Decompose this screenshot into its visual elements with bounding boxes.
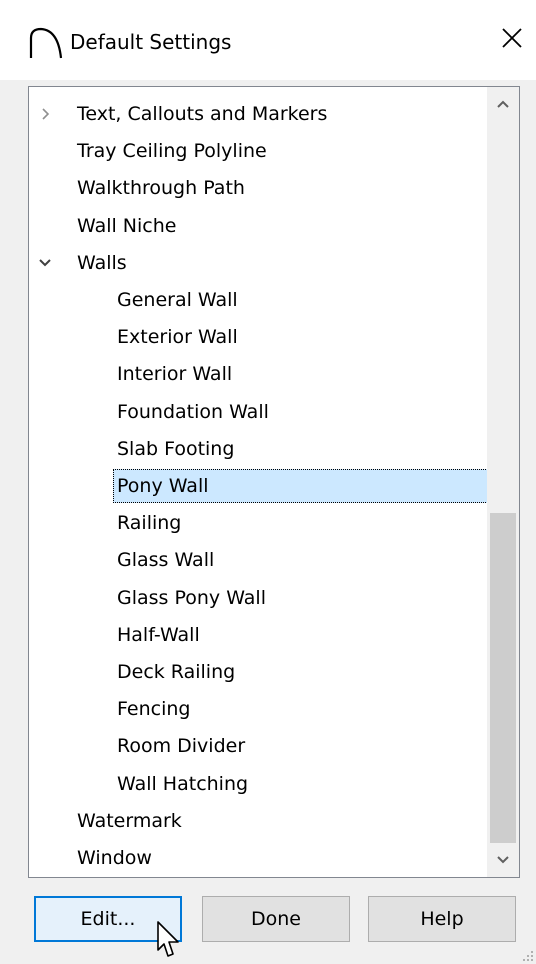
tree-item[interactable]: Pony Wall [29, 469, 488, 503]
tree-item-label: Tray Ceiling Polyline [77, 140, 267, 163]
tree-item[interactable]: Tray Ceiling Polyline [29, 134, 487, 168]
tree-item-label: Text, Callouts and Markers [77, 103, 328, 125]
tree-item[interactable]: Deck Railing [29, 655, 487, 689]
tree-item-label: Deck Railing [117, 661, 236, 683]
mouse-pointer-icon [157, 921, 179, 957]
chevron-right-icon[interactable] [35, 97, 55, 131]
window-title: Default Settings [70, 30, 232, 54]
tree-item-label: Half-Wall [117, 623, 200, 646]
chevron-down-icon[interactable] [35, 246, 55, 280]
tree-item[interactable]: Slab Footing [29, 432, 487, 466]
tree-item-label: Glass Pony Wall [117, 586, 266, 609]
tree-item[interactable]: Interior Wall [29, 357, 487, 391]
tree-item-label: Walls [77, 251, 127, 274]
tree-item[interactable]: Exterior Wall [29, 320, 487, 354]
title-bar: Default Settings [0, 0, 536, 80]
tree-item[interactable]: Foundation Wall [29, 395, 487, 429]
tree-item-label: Railing [117, 512, 182, 535]
tree-item[interactable]: Railing [29, 506, 487, 540]
scroll-down-button[interactable] [487, 843, 519, 877]
tree-item-label: Wall Hatching [117, 772, 249, 795]
tree-item[interactable]: Text, Callouts and Markers [29, 97, 487, 131]
tree-item[interactable]: General Wall [29, 283, 487, 317]
tree-item-label: Pony Wall [113, 469, 488, 503]
tree-item-label: Wall Niche [77, 214, 177, 237]
chevron-up-icon [497, 100, 509, 108]
tree-item[interactable]: Fencing [29, 692, 487, 726]
done-button[interactable]: Done [202, 896, 350, 942]
close-button[interactable] [496, 22, 528, 54]
vertical-scrollbar[interactable] [487, 87, 519, 877]
tree-item[interactable]: Walkthrough Path [29, 171, 487, 205]
tree-item-label: General Wall [117, 289, 238, 311]
chevron-down-icon [497, 856, 509, 864]
tree-item[interactable]: Wall Hatching [29, 767, 487, 801]
default-settings-dialog: Default Settings Text, Callouts and Mark… [0, 0, 536, 964]
settings-tree[interactable]: Text, Callouts and Markers Tray Ceiling P… [28, 86, 520, 878]
tree-item-label: Exterior Wall [117, 326, 238, 349]
tree-item[interactable]: Walls [29, 246, 487, 280]
tree-item-label: Fencing [117, 698, 191, 721]
tree-item[interactable]: Half-Wall [29, 618, 487, 652]
help-button[interactable]: Help [368, 896, 516, 942]
tree-item[interactable]: Glass Wall [29, 543, 487, 577]
tree-item[interactable]: Room Divider [29, 729, 487, 763]
tree-item-label: Walkthrough Path [77, 177, 245, 200]
resize-grip-icon[interactable] [520, 948, 534, 962]
scroll-thumb[interactable] [490, 513, 516, 843]
tree-item-label: Room Divider [117, 735, 246, 758]
tree-item-label: Glass Wall [117, 549, 215, 572]
arch-icon [29, 27, 63, 59]
tree-item[interactable]: Window [29, 841, 487, 875]
close-icon [502, 28, 522, 48]
tree-item-label: Slab Footing [117, 437, 235, 460]
tree-item-label: Interior Wall [117, 363, 233, 386]
tree-item[interactable]: Wall Niche [29, 209, 487, 243]
tree-item-label: Foundation Wall [117, 400, 269, 423]
scroll-up-button[interactable] [487, 87, 519, 121]
tree-item-label: Window [77, 847, 152, 869]
tree-item[interactable]: Glass Pony Wall [29, 581, 487, 615]
tree-item-label: Watermark [77, 809, 182, 832]
tree-item[interactable]: Watermark [29, 804, 487, 838]
